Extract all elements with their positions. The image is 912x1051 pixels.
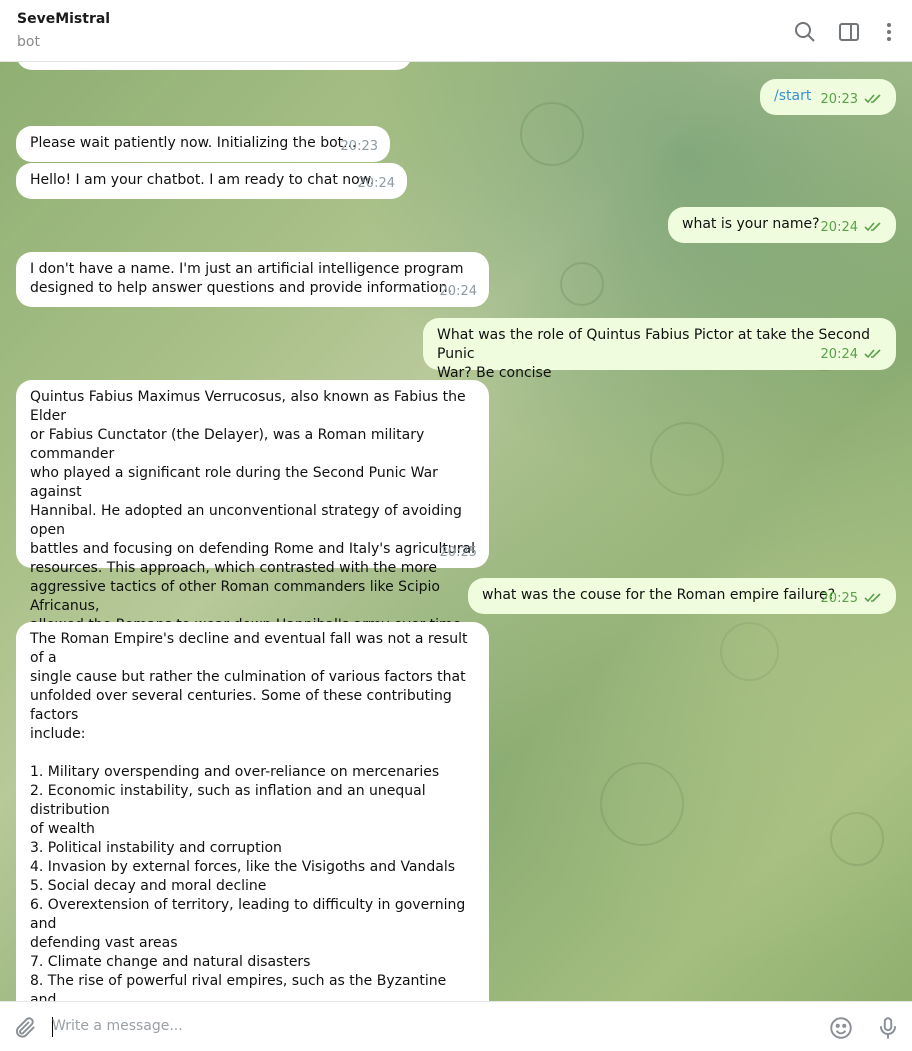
search-icon[interactable] — [793, 20, 817, 44]
message-bubble-incoming: Please wait patiently now. Initializing … — [16, 126, 390, 162]
message-bubble-incoming: I don't have a name. I'm just an artific… — [16, 252, 489, 307]
message-meta: 20:24 — [821, 218, 884, 237]
message-text: The Roman Empire's decline and eventual … — [30, 631, 468, 1001]
message-bubble-outgoing: What was the role of Quintus Fabius Pict… — [423, 318, 896, 381]
message-text: I don't have a name. I'm just an artific… — [30, 261, 464, 296]
message-time: 20:24 — [439, 284, 477, 299]
more-vertical-icon[interactable] — [877, 20, 901, 44]
message-text: what was the couse for the Roman empire … — [482, 587, 836, 603]
message-bubble-outgoing: /start 20:23 — [760, 79, 896, 115]
message-text: Hello! I am your chatbot. I am ready to … — [30, 172, 375, 188]
message-time: 20:24 — [820, 220, 858, 235]
message-bubble-incoming: Hello! I am your chatbot. I am ready to … — [16, 163, 407, 199]
chat-title[interactable]: SeveMistral — [17, 11, 110, 27]
message-time: 20:25 — [439, 545, 477, 560]
message-meta: 20:23 — [821, 90, 884, 109]
read-checkmarks-icon — [864, 593, 881, 603]
chat-subtitle: bot — [17, 34, 40, 50]
read-checkmarks-icon — [864, 222, 881, 232]
message-time: 20:23 — [340, 139, 378, 154]
message-text: Please wait patiently now. Initializing … — [30, 135, 357, 151]
microphone-icon[interactable] — [875, 1015, 901, 1041]
message-time: 20:25 — [820, 591, 858, 606]
message-bubble-partial — [16, 62, 412, 70]
message-bubble-incoming: Quintus Fabius Maximus Verrucosus, also … — [16, 380, 489, 671]
message-meta: 20:24 — [821, 345, 884, 364]
message-meta: 20:25 — [821, 589, 884, 608]
message-composer: Write a message... — [0, 1001, 912, 1051]
message-list[interactable]: /start 20:23 Please wait patiently now. … — [0, 62, 912, 1001]
bot-command-link[interactable]: /start — [774, 88, 811, 104]
emoji-icon[interactable] — [828, 1015, 854, 1041]
message-input[interactable]: Write a message... — [52, 1018, 183, 1034]
read-checkmarks-icon — [864, 94, 881, 104]
sidebar-toggle-icon[interactable] — [837, 20, 861, 44]
message-time: 20:24 — [357, 176, 395, 191]
message-bubble-outgoing: what is your name? 20:24 — [668, 207, 896, 243]
message-text: what is your name? — [682, 216, 820, 232]
chat-header: SeveMistral bot — [0, 0, 912, 62]
message-text: What was the role of Quintus Fabius Pict… — [437, 327, 871, 381]
message-bubble-incoming: The Roman Empire's decline and eventual … — [16, 622, 489, 1001]
attach-icon[interactable] — [12, 1015, 38, 1041]
read-checkmarks-icon — [864, 349, 881, 359]
message-time: 20:23 — [820, 92, 858, 107]
message-time: 20:24 — [820, 347, 858, 362]
message-bubble-outgoing: what was the couse for the Roman empire … — [468, 578, 896, 614]
